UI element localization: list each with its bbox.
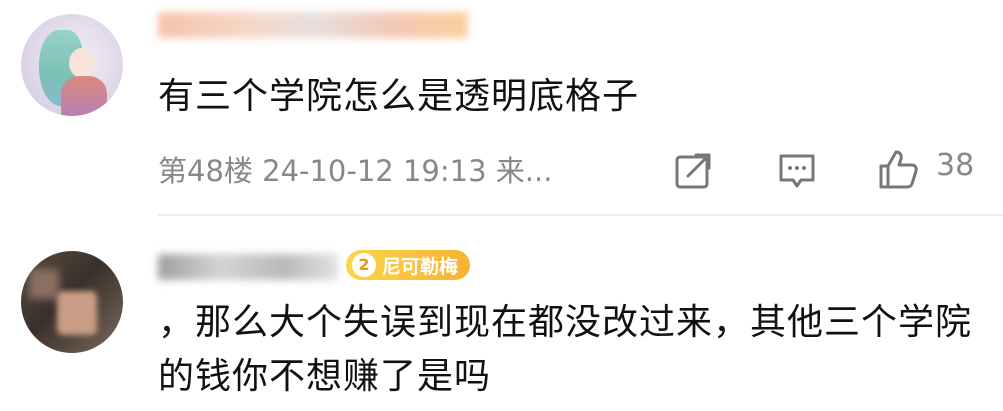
username-blurred[interactable] [158,254,338,280]
avatar-art [61,76,107,116]
comment-text: 有三个学院怎么是透明底格子 [158,76,640,117]
avatar[interactable] [21,251,123,353]
comment-icon[interactable] [777,152,817,190]
thumbs-up-icon[interactable] [877,148,919,190]
divider [158,214,1003,216]
username-blurred[interactable] [158,12,468,38]
avatar-art [29,269,59,299]
badge-label: 尼可勒梅 [382,255,459,278]
share-icon[interactable] [674,152,712,190]
user-badge[interactable]: 2 尼可勒梅 [346,250,471,280]
avatar-art [57,291,97,335]
avatar-art [69,48,95,78]
avatar[interactable] [21,14,123,116]
comment-text: ，那么大个失误到现在都没改过来，其他三个学院的钱你不想赚了是吗 [158,302,973,397]
level-icon: 2 [352,253,376,277]
like-count: 38 [936,148,975,183]
comment-meta: 第48楼 24-10-12 19:13 来... [158,154,553,188]
